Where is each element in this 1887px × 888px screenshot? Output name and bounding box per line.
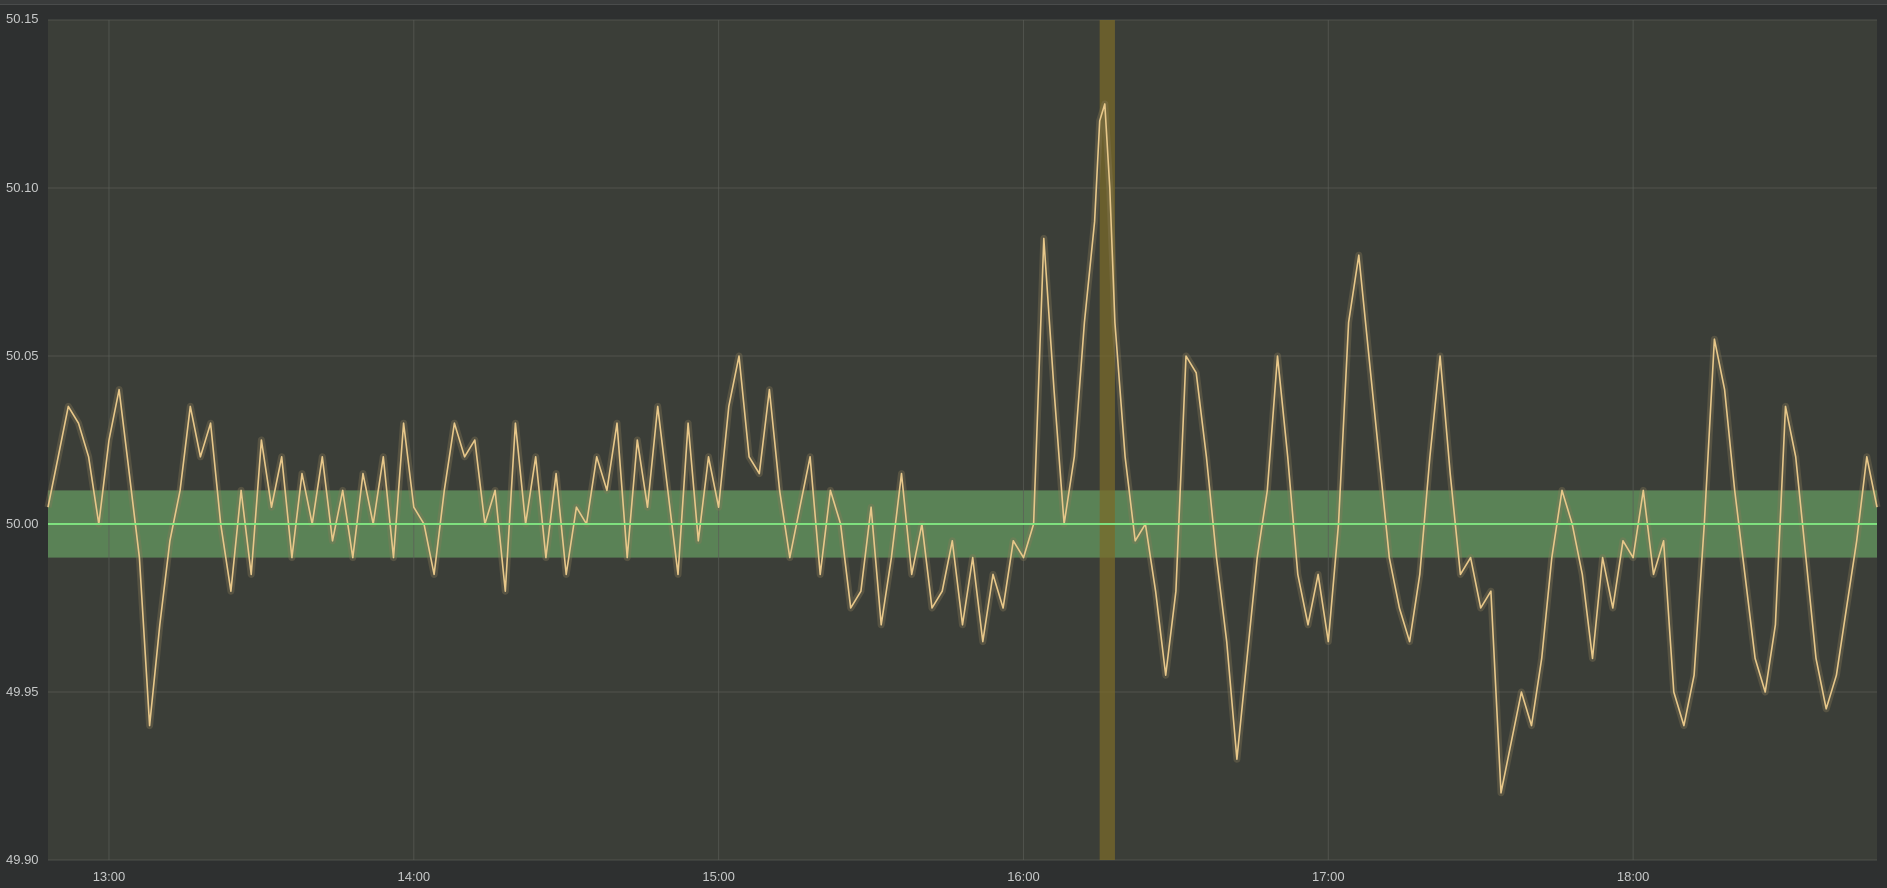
x-tick-label: 14:00	[398, 869, 431, 884]
y-tick-label: 50.00	[6, 516, 39, 531]
y-tick-label: 50.15	[6, 11, 39, 26]
y-tick-label: 50.05	[6, 348, 39, 363]
x-tick-label: 15:00	[702, 869, 735, 884]
window-top-strip	[0, 0, 1887, 5]
y-tick-label: 50.10	[6, 180, 39, 195]
x-tick-label: 18:00	[1617, 869, 1650, 884]
y-tick-label: 49.90	[6, 852, 39, 867]
frequency-line-chart[interactable]: 50.15 50.10 50.05 50.00 49.95 49.90 13:00 14:0…	[0, 0, 1887, 888]
chart-root: 50.15 50.10 50.05 50.00 49.95 49.90 13:00 14:0…	[0, 0, 1887, 888]
plot-area	[48, 20, 1877, 860]
x-tick-label: 13:00	[93, 869, 126, 884]
x-tick-label: 17:00	[1312, 869, 1345, 884]
y-tick-label: 49.95	[6, 684, 39, 699]
x-tick-label: 16:00	[1007, 869, 1040, 884]
